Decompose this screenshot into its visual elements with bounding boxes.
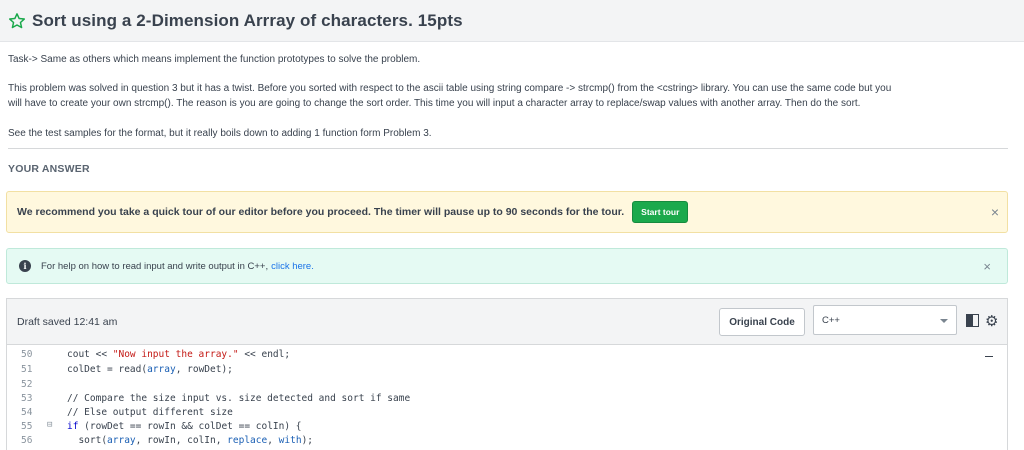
- language-select[interactable]: C++: [813, 305, 957, 335]
- line-number: 50: [21, 349, 33, 360]
- code-line: 51 colDet = read(array, rowDet);: [7, 364, 1007, 378]
- help-banner: i For help on how to read input and writ…: [6, 248, 1008, 284]
- problem-body-line-1: This problem was solved in question 3 bu…: [8, 83, 892, 94]
- code-token: << endl;: [238, 349, 291, 360]
- code-line: 55 ⊟ if (rowDet == rowIn && colDet == co…: [7, 420, 1007, 435]
- code-variable: array: [107, 435, 136, 446]
- question-header: Sort using a 2-Dimension Arrray of chara…: [0, 0, 1024, 42]
- code-token: colDet = read(: [67, 364, 148, 375]
- code-text: if (rowDet == rowIn && colDet == colIn) …: [67, 421, 302, 432]
- tour-banner: We recommend you take a quick tour of ou…: [6, 191, 1008, 233]
- code-token: sort(: [67, 435, 108, 446]
- code-token: , rowDet);: [175, 364, 233, 375]
- code-line: 52: [7, 379, 1007, 393]
- draft-status: Draft saved 12:41 am: [17, 316, 118, 328]
- your-answer-heading: YOUR ANSWER: [8, 163, 90, 175]
- help-banner-text: For help on how to read input and write …: [41, 260, 269, 272]
- code-token: (rowDet == rowIn && colDet == colIn) {: [78, 421, 302, 432]
- original-code-button[interactable]: Original Code: [719, 308, 805, 336]
- line-number: 52: [21, 379, 33, 390]
- problem-body-line-2: will have to create your own strcmp(). T…: [8, 98, 861, 109]
- section-divider: [8, 148, 1008, 149]
- question-title: Sort using a 2-Dimension Arrray of chara…: [32, 10, 463, 30]
- code-keyword: if: [67, 421, 79, 432]
- chevron-down-icon: [940, 319, 948, 323]
- editor-toolbar: Draft saved 12:41 am Original Code C++ ⚙: [6, 298, 1008, 344]
- line-number: 55: [21, 421, 33, 432]
- code-line: 54 // Else output different size: [7, 407, 1007, 421]
- code-string: "Now input the array.": [112, 349, 239, 360]
- code-comment: // Compare the size input vs. size detec…: [67, 393, 411, 404]
- note-text: See the test samples for the format, but…: [8, 128, 432, 139]
- close-icon[interactable]: ×: [991, 204, 999, 220]
- code-line: 53 // Compare the size input vs. size de…: [7, 393, 1007, 407]
- line-number: 54: [21, 407, 33, 418]
- line-number: 56: [21, 435, 33, 446]
- tour-banner-text: We recommend you take a quick tour of ou…: [17, 206, 625, 218]
- info-icon: i: [19, 260, 31, 272]
- code-variable: with: [278, 435, 302, 446]
- close-icon[interactable]: ×: [983, 259, 991, 274]
- start-tour-button[interactable]: Start tour: [632, 201, 689, 223]
- line-number: 51: [21, 364, 33, 375]
- problem-description: Task-> Same as others which means implem…: [8, 52, 1008, 155]
- fold-toggle-icon[interactable]: ⊟: [47, 420, 52, 430]
- code-line: 56 sort(array, rowIn, colIn, replace, wi…: [7, 435, 1007, 449]
- problem-body: This problem was solved in question 3 bu…: [8, 81, 1008, 111]
- code-line: 50 cout << "Now input the array." << end…: [7, 349, 1007, 363]
- code-text: sort(array, rowIn, colIn, replace, with)…: [67, 435, 313, 446]
- code-editor[interactable]: 50 cout << "Now input the array." << end…: [6, 344, 1008, 450]
- code-text: cout << "Now input the array." << endl;: [67, 349, 290, 360]
- code-text: colDet = read(array, rowDet);: [67, 364, 233, 375]
- task-text: Task-> Same as others which means implem…: [8, 54, 421, 65]
- click-here-link[interactable]: click here.: [271, 261, 314, 272]
- code-token: cout <<: [67, 349, 113, 360]
- code-token: , rowIn, colIn,: [135, 435, 228, 446]
- line-number: 53: [21, 393, 33, 404]
- code-token: ,: [267, 435, 279, 446]
- code-variable: array: [147, 364, 176, 375]
- gear-icon[interactable]: ⚙: [985, 312, 998, 330]
- code-token: );: [301, 435, 314, 446]
- language-value: C++: [822, 315, 840, 326]
- star-outline-icon[interactable]: [8, 12, 26, 30]
- code-variable: replace: [227, 435, 268, 446]
- layout-toggle-icon[interactable]: [966, 314, 979, 327]
- code-comment: // Else output different size: [67, 407, 233, 418]
